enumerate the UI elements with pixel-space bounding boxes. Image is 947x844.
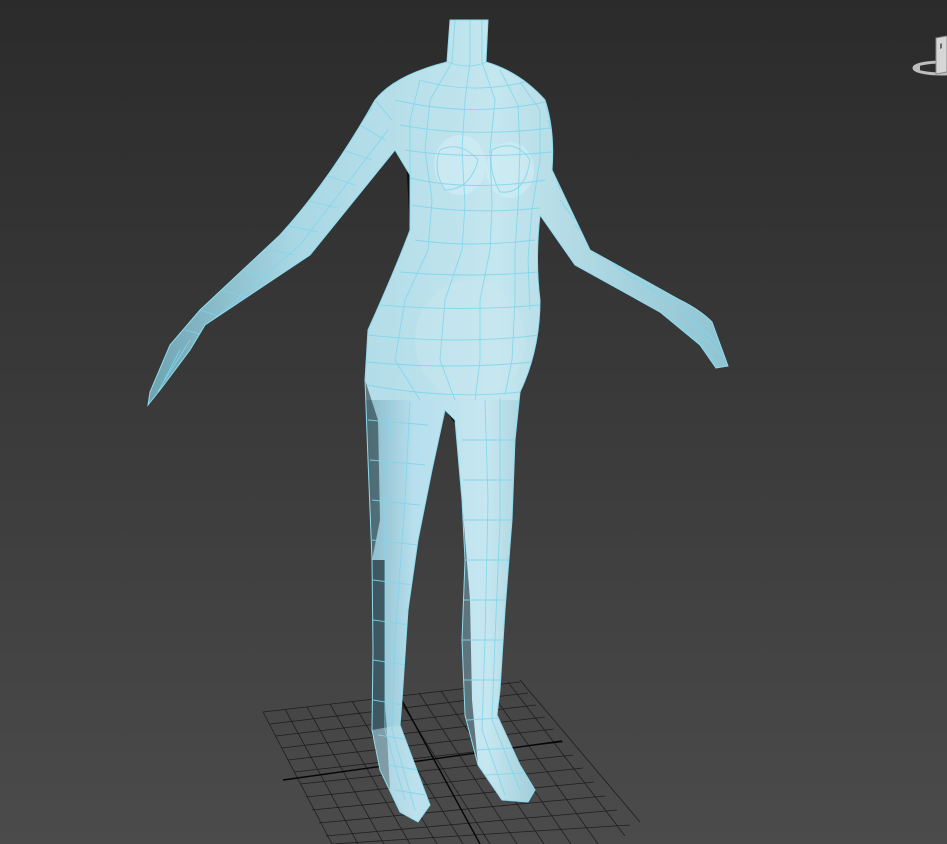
- home-grid: [262, 679, 641, 844]
- body-mesh[interactable]: [147, 19, 729, 830]
- viewcube-face[interactable]: [935, 35, 947, 75]
- viewcube-icon[interactable]: [908, 30, 947, 82]
- scene: [147, 19, 729, 844]
- perspective-viewport[interactable]: [0, 0, 947, 844]
